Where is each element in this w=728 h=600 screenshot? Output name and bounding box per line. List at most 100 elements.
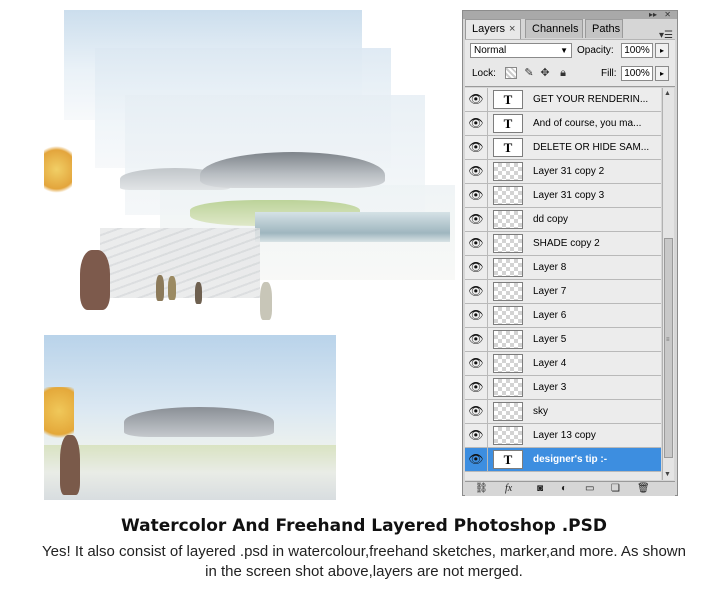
layer-name[interactable]: dd copy: [533, 208, 568, 231]
layers-scrollbar[interactable]: ▲ ≡ ▼: [662, 88, 674, 480]
layer-thumbnail[interactable]: [493, 258, 523, 277]
trash-icon[interactable]: 🗑︎: [637, 483, 650, 495]
layer-row[interactable]: 👁︎ dd copy: [465, 208, 661, 232]
collapse-icon[interactable]: ▸▸: [649, 10, 657, 19]
tab-layers-label: Layers: [472, 23, 506, 35]
layer-name[interactable]: Layer 4: [533, 352, 566, 375]
layer-row[interactable]: 👁︎ Layer 5: [465, 328, 661, 352]
opacity-slider-arrow-icon[interactable]: ▸: [655, 43, 669, 58]
layer-name[interactable]: Layer 7: [533, 280, 566, 303]
layer-thumbnail[interactable]: [493, 282, 523, 301]
text-layer-thumbnail-icon[interactable]: T: [493, 114, 523, 133]
blend-mode-select[interactable]: Normal ▼: [470, 43, 572, 58]
eye-visibility-icon[interactable]: 👁︎: [465, 256, 488, 279]
layer-name[interactable]: Layer 3: [533, 376, 566, 399]
layer-thumbnail[interactable]: [493, 402, 523, 421]
layer-name[interactable]: Layer 31 copy 3: [533, 184, 604, 207]
fx-icon[interactable]: fx: [505, 483, 512, 495]
adjustment-layer-icon[interactable]: ◐: [561, 483, 567, 495]
layer-row[interactable]: 👁︎ Layer 13 copy: [465, 424, 661, 448]
chevron-down-icon: ▼: [560, 46, 568, 55]
tab-layers[interactable]: Layers ×: [465, 19, 521, 39]
new-group-folder-icon[interactable]: ▭: [585, 483, 594, 495]
eye-visibility-icon[interactable]: 👁︎: [465, 88, 488, 111]
lock-position-move-icon[interactable]: ✥: [539, 67, 551, 79]
layer-name[interactable]: sky: [533, 400, 548, 423]
fill-slider-arrow-icon[interactable]: ▸: [655, 66, 669, 81]
eye-visibility-icon[interactable]: 👁︎: [465, 376, 488, 399]
scrollbar-grip-icon: ≡: [666, 337, 670, 343]
layer-name[interactable]: SHADE copy 2: [533, 232, 600, 255]
blend-opacity-row: Normal ▼ Opacity: 100% ▸: [465, 39, 675, 62]
layer-name[interactable]: GET YOUR RENDERIN...: [533, 88, 648, 111]
layer-name[interactable]: Layer 13 copy: [533, 424, 596, 447]
layer-row[interactable]: 👁︎ Layer 31 copy 3: [465, 184, 661, 208]
new-layer-icon[interactable]: ❏: [611, 483, 620, 495]
tab-close-icon[interactable]: ×: [509, 23, 515, 35]
boardwalk: [100, 228, 260, 298]
lock-transparency-icon[interactable]: [505, 67, 517, 79]
text-layer-thumbnail-icon[interactable]: T: [493, 450, 523, 469]
scroll-down-icon[interactable]: ▼: [664, 471, 671, 478]
layer-row[interactable]: 👁︎ sky: [465, 400, 661, 424]
eye-visibility-icon[interactable]: 👁︎: [465, 160, 488, 183]
layer-name[interactable]: Layer 5: [533, 328, 566, 351]
fill-input[interactable]: 100%: [621, 66, 653, 81]
layer-row[interactable]: 👁︎ Layer 3: [465, 376, 661, 400]
layer-name[interactable]: And of course, you ma...: [533, 112, 641, 135]
layer-row[interactable]: 👁︎ Layer 6: [465, 304, 661, 328]
opacity-label: Opacity:: [577, 45, 614, 56]
layer-name[interactable]: DELETE OR HIDE SAM...: [533, 136, 649, 159]
scroll-up-icon[interactable]: ▲: [664, 90, 671, 97]
layer-name[interactable]: Layer 6: [533, 304, 566, 327]
close-icon[interactable]: ✕: [664, 10, 671, 19]
eye-visibility-icon[interactable]: 👁︎: [465, 136, 488, 159]
layer-row[interactable]: 👁︎ Layer 7: [465, 280, 661, 304]
add-mask-icon[interactable]: ◙: [537, 483, 543, 495]
layer-row[interactable]: 👁︎ Tdesigner's tip :-: [465, 448, 661, 472]
opacity-input[interactable]: 100%: [621, 43, 653, 58]
layer-name[interactable]: Layer 31 copy 2: [533, 160, 604, 183]
layer-thumbnail[interactable]: [493, 186, 523, 205]
layer-thumbnail[interactable]: [493, 210, 523, 229]
panel-titlebar[interactable]: ▸▸ ✕: [463, 10, 677, 19]
layer-thumbnail[interactable]: [493, 378, 523, 397]
eye-visibility-icon[interactable]: 👁︎: [465, 232, 488, 255]
person-figure: [168, 276, 176, 300]
text-layer-thumbnail-icon[interactable]: T: [493, 90, 523, 109]
layer-row[interactable]: 👁︎ T DELETE OR HIDE SAM...: [465, 136, 661, 160]
lock-image-brush-icon[interactable]: ✎: [523, 67, 535, 79]
lock-all-padlock-icon[interactable]: 🔒︎: [557, 67, 569, 79]
autumn-tree: [44, 146, 72, 198]
layer-thumbnail[interactable]: [493, 330, 523, 349]
link-layers-icon[interactable]: ⛓: [475, 483, 488, 495]
eye-visibility-icon[interactable]: 👁︎: [465, 184, 488, 207]
eye-visibility-icon[interactable]: 👁︎: [465, 112, 488, 135]
layer-row[interactable]: 👁︎ Layer 31 copy 2: [465, 160, 661, 184]
eye-visibility-icon[interactable]: 👁︎: [465, 352, 488, 375]
eye-visibility-icon[interactable]: 👁︎: [465, 448, 488, 471]
layer-row[interactable]: 👁︎ T And of course, you ma...: [465, 112, 661, 136]
layer-row[interactable]: 👁︎ T GET YOUR RENDERIN...: [465, 88, 661, 112]
tab-channels[interactable]: Channels: [525, 19, 583, 38]
layer-thumbnail[interactable]: [493, 354, 523, 373]
layer-row[interactable]: 👁︎ SHADE copy 2: [465, 232, 661, 256]
eye-visibility-icon[interactable]: 👁︎: [465, 424, 488, 447]
layer-row[interactable]: 👁︎ Layer 8: [465, 256, 661, 280]
layer-thumbnail[interactable]: [493, 234, 523, 253]
layer-name[interactable]: designer's tip :-: [533, 448, 607, 471]
layer-name[interactable]: Layer 8: [533, 256, 566, 279]
layers-list: 👁︎ T GET YOUR RENDERIN... 👁︎ T And of course,…: [465, 88, 661, 480]
eye-visibility-icon[interactable]: 👁︎: [465, 280, 488, 303]
eye-visibility-icon[interactable]: 👁︎: [465, 328, 488, 351]
eye-visibility-icon[interactable]: 👁︎: [465, 208, 488, 231]
eye-visibility-icon[interactable]: 👁︎: [465, 400, 488, 423]
eye-visibility-icon[interactable]: 👁︎: [465, 304, 488, 327]
scrollbar-thumb[interactable]: ≡: [664, 238, 673, 458]
layer-thumbnail[interactable]: [493, 426, 523, 445]
tab-paths[interactable]: Paths: [585, 19, 623, 38]
layer-thumbnail[interactable]: [493, 306, 523, 325]
text-layer-thumbnail-icon[interactable]: T: [493, 138, 523, 157]
layer-row[interactable]: 👁︎ Layer 4: [465, 352, 661, 376]
layer-thumbnail[interactable]: [493, 162, 523, 181]
